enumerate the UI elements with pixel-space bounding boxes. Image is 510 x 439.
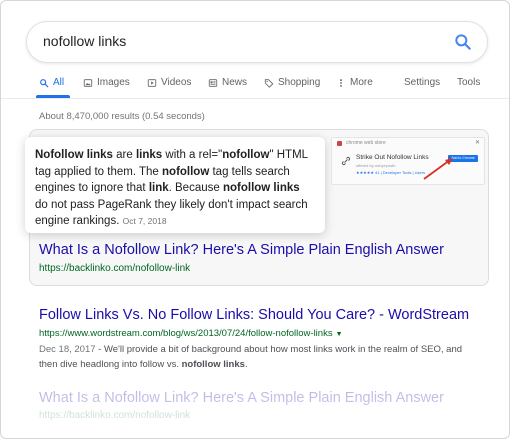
extension-meta: ★★★★★ 41 | Developer Tools | Users bbox=[356, 170, 426, 175]
snippet-text: with a rel=" bbox=[162, 149, 223, 161]
snippet-text: . Because bbox=[168, 182, 223, 194]
video-icon bbox=[147, 78, 157, 87]
tab-shopping[interactable]: Shopping bbox=[264, 77, 320, 88]
result-snippet: Dec 18, 2017 - We'll provide a bit of ba… bbox=[39, 342, 469, 372]
search-icon bbox=[40, 78, 49, 87]
fade-overlay bbox=[1, 379, 509, 438]
tabs-divider bbox=[1, 98, 509, 99]
caret-down-icon[interactable]: ▼ bbox=[336, 331, 343, 338]
tab-label: News bbox=[222, 77, 248, 88]
tab-news[interactable]: News bbox=[208, 77, 247, 88]
result-text: . bbox=[244, 359, 248, 370]
close-icon: ✕ bbox=[474, 140, 480, 146]
result-url[interactable]: https://www.wordstream.com/blog/ws/2013/… bbox=[39, 328, 343, 339]
tab-more[interactable]: More bbox=[336, 77, 373, 88]
tab-label: Shopping bbox=[278, 77, 321, 88]
tab-tools[interactable]: Tools bbox=[457, 77, 480, 88]
snippet-text: do not pass PageRank they likely don't i… bbox=[35, 198, 308, 228]
result-url-faded[interactable]: https://backlinko.com/nofollow-link bbox=[39, 410, 190, 421]
snippet-bold: link bbox=[148, 182, 169, 194]
snippet-bold: Nofollow links bbox=[35, 149, 113, 161]
tab-images[interactable]: Images bbox=[83, 77, 130, 88]
tab-settings[interactable]: Settings bbox=[404, 77, 440, 88]
result-date: Dec 18, 2017 bbox=[39, 344, 96, 355]
store-logo-icon bbox=[337, 141, 342, 146]
snippet-bold: nofollow links bbox=[222, 182, 300, 194]
search-tabs: All Images Videos News Shopping More Set… bbox=[1, 73, 509, 99]
store-label: chrome web store bbox=[346, 140, 386, 146]
snippet-result-url[interactable]: https://backlinko.com/nofollow-link bbox=[39, 263, 190, 274]
snippet-thumbnail[interactable]: chrome web store ✕ Strike Out Nofollow L… bbox=[331, 137, 485, 185]
snippet-text: are bbox=[112, 149, 136, 161]
tab-label: Images bbox=[97, 77, 130, 88]
tag-icon bbox=[264, 78, 274, 88]
results-count: About 8,470,000 results (0.54 seconds) bbox=[39, 111, 205, 122]
tab-videos[interactable]: Videos bbox=[147, 77, 191, 88]
screenshot-frame: nofollow links All Images Videos News Sh… bbox=[0, 0, 510, 439]
link-strike-icon bbox=[341, 156, 351, 166]
tab-label: All bbox=[53, 77, 65, 88]
extension-name: Strike Out Nofollow Links bbox=[356, 154, 429, 161]
more-vert-icon bbox=[340, 78, 342, 87]
search-query[interactable]: nofollow links bbox=[43, 33, 126, 49]
snippet-bold: links bbox=[135, 149, 163, 161]
tab-label: Tools bbox=[457, 77, 481, 88]
featured-snippet-text: Nofollow links are links with a rel="nof… bbox=[25, 137, 325, 233]
tab-label: More bbox=[350, 77, 373, 88]
snippet-result-title[interactable]: What Is a Nofollow Link? Here's A Simple… bbox=[39, 242, 444, 258]
news-icon bbox=[208, 78, 218, 87]
result-bold: nofollow links bbox=[181, 359, 245, 370]
result-text: - We'll provide a bit of background abou… bbox=[39, 344, 463, 370]
result-title[interactable]: Follow Links Vs. No Follow Links: Should… bbox=[39, 307, 469, 323]
snippet-bold: nofollow bbox=[222, 149, 270, 161]
image-icon bbox=[83, 78, 93, 87]
extension-author: offered by nohyeyouth bbox=[356, 163, 396, 168]
tab-label: Settings bbox=[404, 77, 441, 88]
tab-all[interactable]: All bbox=[39, 77, 64, 88]
snippet-date: Oct 7, 2018 bbox=[122, 216, 167, 226]
search-bar[interactable]: nofollow links bbox=[26, 21, 488, 63]
search-icon[interactable] bbox=[453, 32, 473, 52]
snippet-bold: nofollow bbox=[162, 165, 210, 178]
result-title-faded[interactable]: What Is a Nofollow Link? Here's A Simple… bbox=[39, 390, 444, 406]
result-url-text: https://www.wordstream.com/blog/ws/2013/… bbox=[39, 328, 333, 339]
red-arrow-icon bbox=[423, 158, 453, 180]
tab-label: Videos bbox=[161, 77, 192, 88]
